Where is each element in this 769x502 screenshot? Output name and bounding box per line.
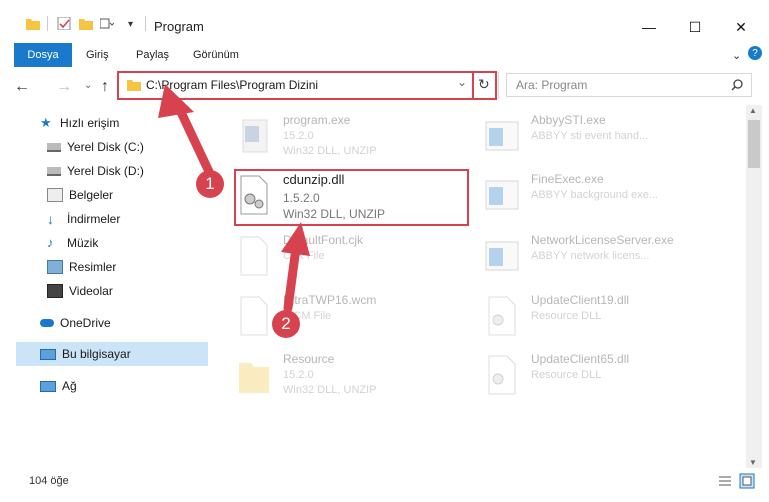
- recent-locations-icon[interactable]: ⌄: [84, 80, 92, 91]
- close-button[interactable]: ✕: [718, 14, 764, 40]
- refresh-highlight: [472, 71, 497, 100]
- search-input[interactable]: Ara: Program: [516, 78, 587, 92]
- help-icon[interactable]: ?: [748, 46, 762, 60]
- file-icon: [240, 296, 268, 336]
- callout-badge-one: 1: [196, 170, 224, 198]
- customize-icon[interactable]: [100, 17, 114, 30]
- status-bar: [0, 468, 769, 502]
- music-icon: ♪: [47, 235, 54, 250]
- back-button[interactable]: ←: [14, 78, 30, 96]
- file-item[interactable]: NetworkLicenseServer.exe ABBYY network l…: [485, 232, 715, 286]
- tab-file[interactable]: Dosya: [14, 43, 72, 67]
- cloud-icon: [40, 319, 54, 327]
- file-item[interactable]: AbbyySTI.exe ABBYY sti event hand...: [485, 112, 715, 166]
- scroll-down-arrow[interactable]: ▼: [749, 458, 757, 467]
- application-icon: [485, 241, 519, 271]
- file-item[interactable]: DefaultFont.cjk CJK File: [237, 232, 467, 286]
- tab-home[interactable]: Giriş: [86, 49, 109, 61]
- ribbon-expand-icon[interactable]: ⌄: [732, 49, 741, 62]
- up-button[interactable]: ↑: [101, 78, 109, 96]
- application-icon: [485, 180, 519, 210]
- scrollbar-thumb[interactable]: [748, 120, 760, 168]
- tab-share[interactable]: Paylaş: [136, 49, 169, 61]
- exe-icon: [242, 119, 268, 153]
- tab-view[interactable]: Görünüm: [193, 49, 239, 61]
- address-highlight: [117, 71, 474, 100]
- properties-icon[interactable]: [57, 17, 71, 30]
- drive-icon: [47, 166, 61, 176]
- star-icon: ★: [40, 115, 52, 130]
- network-icon: [40, 380, 56, 392]
- video-icon: [47, 284, 63, 298]
- application-icon: [485, 121, 519, 151]
- file-item[interactable]: UpdateClient19.dll Resource DLL: [485, 292, 715, 346]
- item-count: 104 öğe: [29, 475, 69, 487]
- large-icons-view-icon[interactable]: [739, 473, 755, 489]
- download-icon: ↓: [47, 211, 54, 227]
- pictures-icon: [47, 260, 63, 274]
- maximize-button[interactable]: ☐: [672, 14, 718, 40]
- folder-icon: [239, 363, 269, 393]
- file-highlight: [234, 169, 469, 226]
- quick-access-dropdown[interactable]: ▾: [128, 19, 133, 30]
- dll-gear-icon: [488, 355, 516, 395]
- minimize-button[interactable]: —: [626, 14, 672, 40]
- file-item[interactable]: UltraTWP16.wcm WCM File: [237, 292, 467, 346]
- file-item[interactable]: Resource 15.2.0 Win32 DLL, UNZIP: [237, 351, 467, 405]
- file-icon: [240, 236, 268, 276]
- new-folder-icon[interactable]: [79, 17, 93, 30]
- folder-icon: [26, 19, 40, 30]
- dll-gear-icon: [488, 296, 516, 336]
- file-item[interactable]: UpdateClient65.dll Resource DLL: [485, 351, 715, 405]
- scroll-up-arrow[interactable]: ▲: [749, 106, 757, 115]
- callout-badge-two: 2: [272, 310, 300, 338]
- documents-icon: [47, 188, 63, 202]
- file-item[interactable]: FineExec.exe ABBYY background exe...: [485, 171, 715, 225]
- window-title: Program: [154, 19, 204, 34]
- search-icon[interactable]: [731, 79, 743, 91]
- drive-icon: [47, 142, 61, 152]
- ribbon: [0, 43, 769, 67]
- forward-button[interactable]: →: [56, 78, 72, 96]
- details-view-icon[interactable]: [718, 475, 732, 487]
- computer-icon: [40, 348, 56, 360]
- file-item[interactable]: program.exe 15.2.0 Win32 DLL, UNZIP: [237, 112, 467, 166]
